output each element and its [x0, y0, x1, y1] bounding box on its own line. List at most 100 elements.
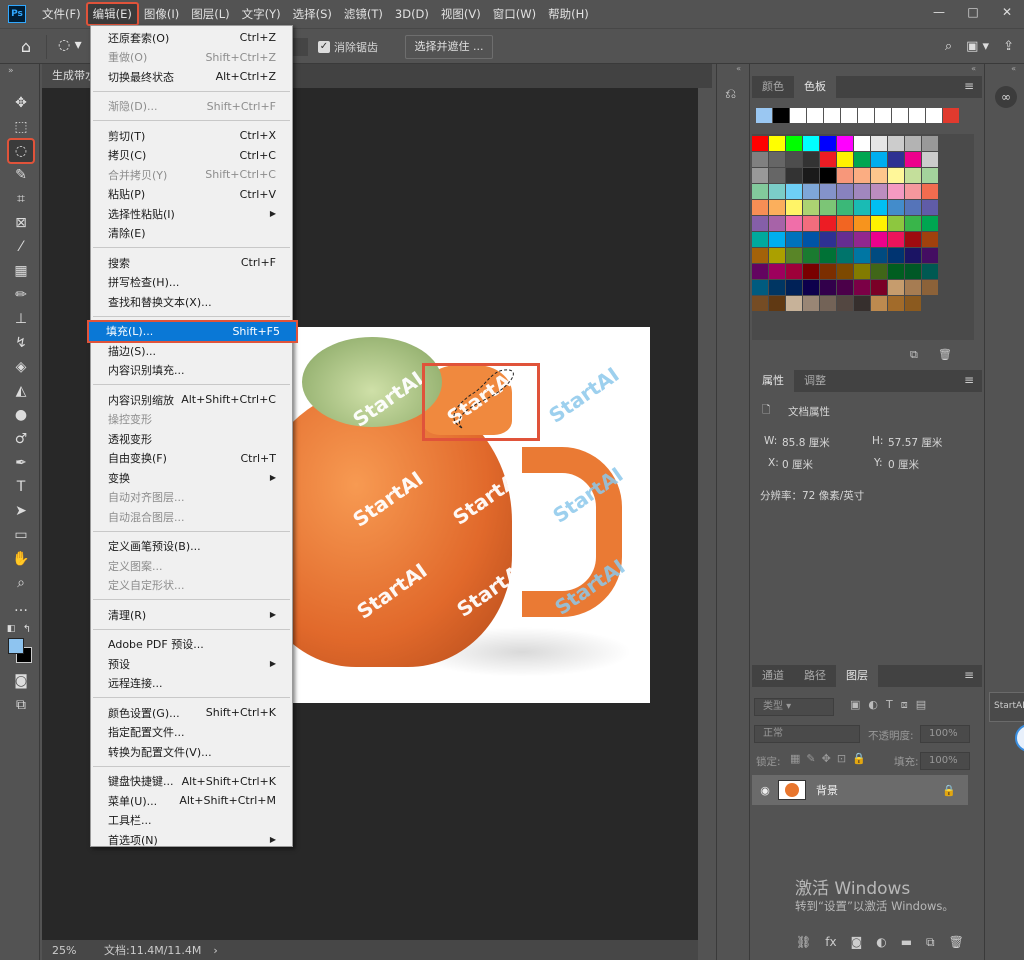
select-and-mask-button[interactable]: 选择并遮住 ...: [405, 35, 493, 59]
color-swatch[interactable]: [820, 152, 836, 167]
new-layer-icon[interactable]: ⧉: [926, 935, 935, 950]
color-swatch[interactable]: [922, 152, 938, 167]
x-value[interactable]: 0 厘米: [782, 457, 813, 472]
recent-swatch[interactable]: [943, 108, 959, 123]
adjustment-layer-icon[interactable]: ◐: [876, 935, 886, 950]
color-swatch[interactable]: [871, 296, 887, 311]
color-swatch[interactable]: [905, 248, 921, 263]
color-swatch[interactable]: [803, 248, 819, 263]
color-swatch[interactable]: [871, 168, 887, 183]
color-swatch[interactable]: [854, 216, 870, 231]
color-swatch[interactable]: [769, 184, 785, 199]
marquee-tool-icon[interactable]: ⬚: [9, 116, 33, 138]
dodge-tool-icon[interactable]: ♂: [9, 428, 33, 450]
color-swatch[interactable]: [922, 264, 938, 279]
menu-3d[interactable]: 3D(D): [389, 3, 435, 25]
color-swatch[interactable]: [888, 248, 904, 263]
tab-channels[interactable]: 通道: [752, 665, 794, 687]
edit-menu-item[interactable]: 拷贝(C) Ctrl+C: [91, 146, 292, 165]
edit-menu-item[interactable]: 拼写检查(H)...: [91, 273, 292, 292]
color-swatch[interactable]: [769, 280, 785, 295]
tab-color[interactable]: 颜色: [752, 76, 794, 98]
recent-swatch[interactable]: [841, 108, 857, 123]
lock-icons[interactable]: ▦✎✥⊡🔒: [790, 752, 872, 765]
color-swatch[interactable]: [888, 168, 904, 183]
more-tools-icon[interactable]: …: [9, 596, 33, 618]
color-swatch[interactable]: [837, 232, 853, 247]
type-tool-icon[interactable]: T: [9, 476, 33, 498]
color-swatch[interactable]: [803, 232, 819, 247]
color-swatch[interactable]: [837, 136, 853, 151]
edit-menu-item[interactable]: 首选项(N) ▶: [91, 830, 292, 849]
brush-tool-icon[interactable]: ✏: [9, 284, 33, 306]
color-swatch[interactable]: [803, 136, 819, 151]
stamp-tool-icon[interactable]: ⊥: [9, 308, 33, 330]
edit-menu-item[interactable]: 清除(E): [91, 224, 292, 243]
color-swatch[interactable]: [871, 152, 887, 167]
recent-swatch[interactable]: [756, 108, 772, 123]
workspace-icon[interactable]: ▣ ▾: [966, 39, 989, 54]
edit-menu-item[interactable]: 还原套索(O) Ctrl+Z: [91, 28, 292, 47]
recent-swatch[interactable]: [875, 108, 891, 123]
edit-menu-item[interactable]: 内容识别填充...: [91, 361, 292, 380]
color-swatch[interactable]: [820, 200, 836, 215]
edit-menu-item[interactable]: Adobe PDF 预设...: [91, 635, 292, 654]
tab-properties[interactable]: 属性: [752, 370, 794, 392]
history-panel-icon[interactable]: ⎌: [725, 86, 736, 102]
delete-swatch-icon[interactable]: 🗑: [938, 348, 952, 361]
color-swatch[interactable]: [803, 296, 819, 311]
menu-edit[interactable]: 编辑(E): [85, 2, 139, 26]
color-swatch[interactable]: [769, 264, 785, 279]
color-swatch[interactable]: [786, 216, 802, 231]
color-swatch[interactable]: [837, 248, 853, 263]
color-swatch[interactable]: [837, 184, 853, 199]
eraser-tool-icon[interactable]: ◈: [9, 356, 33, 378]
edit-menu-item[interactable]: 填充(L)... Shift+F5: [87, 319, 298, 343]
color-swatch[interactable]: [820, 184, 836, 199]
color-swatch[interactable]: [752, 296, 768, 311]
color-swatch[interactable]: [752, 264, 768, 279]
crop-tool-icon[interactable]: ⌗: [9, 188, 33, 210]
home-icon[interactable]: ⌂: [16, 37, 36, 57]
healing-tool-icon[interactable]: ▦: [9, 260, 33, 282]
recent-swatch[interactable]: [790, 108, 806, 123]
color-swatch[interactable]: [803, 280, 819, 295]
visibility-eye-icon[interactable]: ◉: [752, 784, 778, 797]
color-swatch[interactable]: [854, 136, 870, 151]
color-swatch[interactable]: [922, 280, 938, 295]
color-swatch[interactable]: [871, 200, 887, 215]
pen-tool-icon[interactable]: ✒: [9, 452, 33, 474]
new-group-icon[interactable]: ▬: [901, 935, 912, 950]
color-swatch[interactable]: [752, 216, 768, 231]
maximize-button[interactable]: □: [956, 0, 990, 24]
quick-mask-icon[interactable]: ◙: [9, 670, 33, 692]
edit-menu-item[interactable]: 透视变形: [91, 429, 292, 448]
move-tool-icon[interactable]: ✥: [9, 92, 33, 114]
color-swatch[interactable]: [769, 168, 785, 183]
color-swatch[interactable]: [905, 232, 921, 247]
color-swatch[interactable]: [820, 168, 836, 183]
edit-menu-item[interactable]: 清理(R) ▶: [91, 605, 292, 624]
edit-menu-item[interactable]: 菜单(U)... Alt+Shift+Ctrl+M: [91, 791, 292, 810]
color-swatch[interactable]: [905, 264, 921, 279]
color-swatch[interactable]: [803, 216, 819, 231]
color-swatch[interactable]: [905, 280, 921, 295]
recent-swatch[interactable]: [892, 108, 908, 123]
color-swatch[interactable]: [820, 216, 836, 231]
menu-view[interactable]: 视图(V): [435, 3, 487, 25]
recent-swatch[interactable]: [909, 108, 925, 123]
color-swatch[interactable]: [854, 152, 870, 167]
color-swatch[interactable]: [820, 296, 836, 311]
edit-menu-item[interactable]: 描边(S)...: [91, 341, 292, 360]
color-swatch[interactable]: [871, 216, 887, 231]
color-swatch[interactable]: [888, 280, 904, 295]
color-swatch[interactable]: [786, 168, 802, 183]
width-value[interactable]: 85.8 厘米: [782, 435, 830, 450]
color-swatch[interactable]: [837, 168, 853, 183]
eyedropper-tool-icon[interactable]: ⁄: [9, 236, 33, 258]
color-swatch[interactable]: [922, 168, 938, 183]
color-swatch[interactable]: [820, 264, 836, 279]
color-swatch[interactable]: [769, 248, 785, 263]
share-icon[interactable]: ⇪: [1003, 39, 1014, 54]
edit-menu-item[interactable]: 远程连接...: [91, 674, 292, 693]
